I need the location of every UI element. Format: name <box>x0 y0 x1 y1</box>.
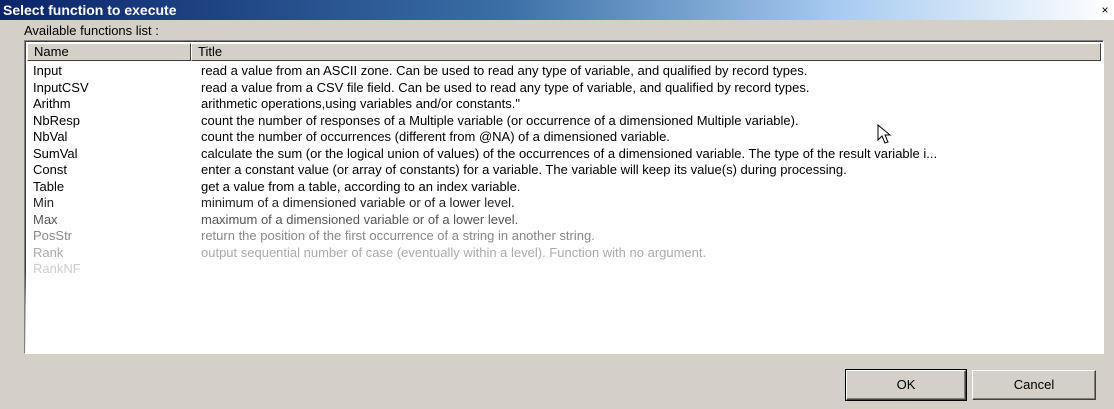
function-title: maximum of a dimensioned variable or of … <box>201 211 519 227</box>
function-name: Table <box>33 178 65 194</box>
list-item[interactable]: Arithm arithmetic operations,using variab… <box>27 96 1101 113</box>
function-title: read a value from a CSV file field. Can … <box>201 79 810 95</box>
column-header-name[interactable]: Name <box>27 43 191 61</box>
list-item[interactable]: PosStr return the position of the first o… <box>27 228 1101 245</box>
list-item[interactable]: SumVal calculate the sum (or the logical … <box>27 146 1101 163</box>
function-title: arithmetic operations,using variables an… <box>201 96 520 111</box>
dialog-title: Select function to execute <box>3 2 177 18</box>
list-item[interactable]: InputCSV read a value from a CSV file fie… <box>27 80 1101 97</box>
dialog-window: Select function to execute × Available f… <box>0 0 1114 409</box>
function-title: count the number of responses of a Multi… <box>201 112 799 128</box>
list-fade-overlay <box>25 271 1103 353</box>
function-title: minimum of a dimensioned variable or of … <box>201 195 515 210</box>
list-item[interactable]: Const enter a constant value (or array of… <box>27 162 1101 179</box>
list-item[interactable]: RankNF <box>27 261 1101 278</box>
function-name: SumVal <box>33 145 78 161</box>
list-item[interactable]: NbResp count the number of responses of a… <box>27 113 1101 130</box>
function-name: Const <box>33 162 67 177</box>
function-title: read a value from an ASCII zone. Can be … <box>201 63 808 78</box>
function-title: calculate the sum (or the logical union … <box>201 145 938 161</box>
list-header: Name Title <box>27 43 1101 61</box>
cancel-button[interactable]: Cancel <box>972 370 1096 400</box>
list-item[interactable]: Rank output sequential number of case (ev… <box>27 245 1101 262</box>
list-item[interactable]: Min minimum of a dimensioned variable or … <box>27 195 1101 212</box>
list-item[interactable]: Input read a value from an ASCII zone. Ca… <box>27 63 1101 80</box>
function-name: Max <box>33 211 58 227</box>
functions-list[interactable]: Name Title Input read a value from an ASC… <box>24 40 1104 354</box>
list-rows: Input read a value from an ASCII zone. Ca… <box>27 63 1101 278</box>
function-name: Input <box>33 63 62 78</box>
function-title: return the position of the first occurre… <box>201 228 595 243</box>
function-name: RankNF <box>33 261 81 276</box>
close-icon[interactable]: × <box>1098 3 1112 17</box>
title-bar[interactable]: Select function to execute × <box>0 0 1114 20</box>
functions-list-label: Available functions list : <box>24 23 159 38</box>
function-title: enter a constant value (or array of cons… <box>201 162 847 177</box>
function-name: Rank <box>33 244 64 260</box>
function-name: Min <box>33 195 54 210</box>
function-title: count the number of occurrences (differe… <box>201 129 670 144</box>
list-item[interactable]: Max maximum of a dimensioned variable or … <box>27 212 1101 229</box>
function-name: NbVal <box>33 129 68 144</box>
function-name: InputCSV <box>33 79 89 95</box>
column-header-title[interactable]: Title <box>191 43 1101 61</box>
list-item[interactable]: NbVal count the number of occurrences (di… <box>27 129 1101 146</box>
function-name: NbResp <box>33 112 80 128</box>
mouse-pointer-icon <box>877 124 892 144</box>
function-name: PosStr <box>33 228 73 243</box>
function-title: output sequential number of case (eventu… <box>201 244 707 260</box>
ok-button[interactable]: OK <box>845 369 967 401</box>
list-item[interactable]: Table get a value from a table, according… <box>27 179 1101 196</box>
function-name: Arithm <box>33 96 71 111</box>
function-title: get a value from a table, according to a… <box>201 178 521 194</box>
